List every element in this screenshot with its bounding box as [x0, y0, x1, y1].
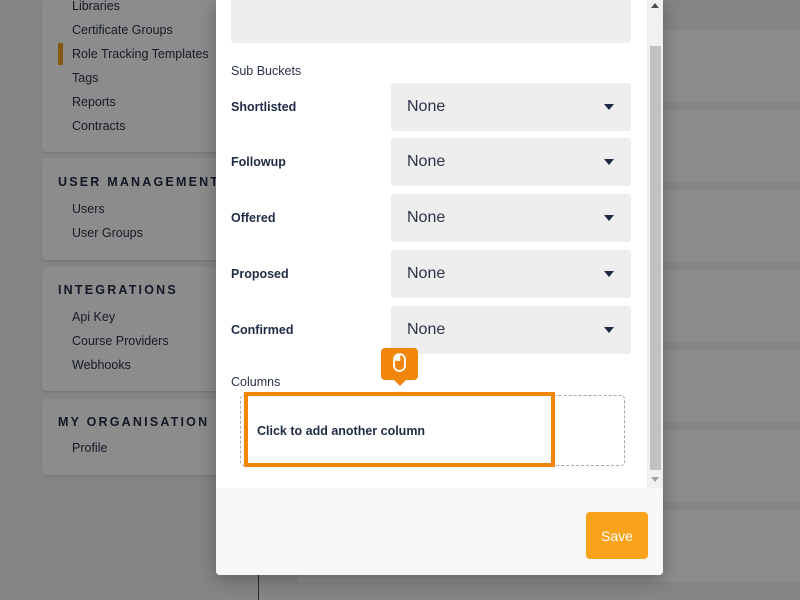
followup-label: Followup	[231, 155, 286, 169]
proposed-label: Proposed	[231, 267, 289, 281]
modal-body: Sub Buckets Shortlisted None Followup No…	[216, 0, 663, 488]
mouse-icon	[393, 353, 406, 372]
edit-template-modal: Sub Buckets Shortlisted None Followup No…	[216, 0, 663, 575]
offered-label: Offered	[231, 211, 276, 225]
scroll-up-icon[interactable]	[651, 3, 659, 8]
caret-down-icon	[604, 327, 614, 333]
offered-select[interactable]: None	[391, 194, 631, 242]
followup-select[interactable]: None	[391, 138, 631, 186]
caret-down-icon	[604, 159, 614, 165]
add-column-label[interactable]: Click to add another column	[257, 424, 425, 438]
caret-down-icon	[604, 104, 614, 110]
select-value: None	[407, 98, 446, 115]
modal-footer: Save	[216, 488, 663, 575]
confirmed-select[interactable]: None	[391, 306, 631, 354]
shortlisted-label: Shortlisted	[231, 100, 297, 114]
select-value: None	[407, 265, 446, 282]
modal-scrollbar[interactable]	[647, 0, 663, 488]
select-value: None	[407, 321, 446, 338]
shortlisted-select[interactable]: None	[391, 83, 631, 131]
select-value: None	[407, 153, 446, 170]
scroll-down-icon[interactable]	[651, 477, 659, 482]
sub-buckets-heading: Sub Buckets	[231, 64, 302, 78]
select-value: None	[407, 209, 446, 226]
scrollbar-thumb[interactable]	[650, 46, 661, 470]
click-hint-badge	[381, 348, 418, 386]
confirmed-label: Confirmed	[231, 323, 294, 337]
save-button[interactable]: Save	[586, 512, 648, 559]
caret-down-icon	[604, 271, 614, 277]
caret-down-icon	[604, 215, 614, 221]
proposed-select[interactable]: None	[391, 250, 631, 298]
columns-heading: Columns	[231, 375, 281, 389]
description-textarea[interactable]	[231, 0, 631, 43]
